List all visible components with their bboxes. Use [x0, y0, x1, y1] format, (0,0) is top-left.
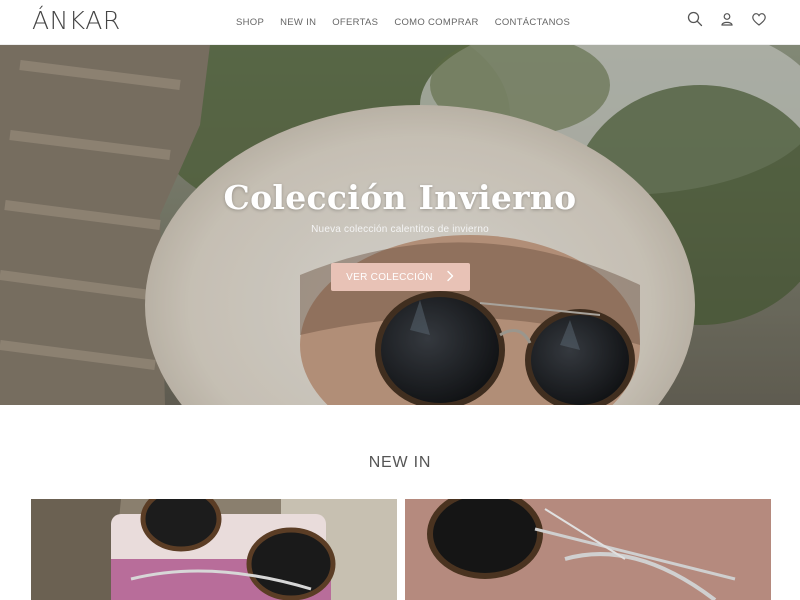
nav-item-shop[interactable]: SHOP [236, 17, 264, 28]
hero-title: Colección Invierno [223, 178, 577, 217]
nav-item-como-comprar[interactable]: COMO COMPRAR [394, 17, 478, 28]
view-collection-label: VER COLECCIÓN [346, 271, 433, 283]
hero-subtitle: Nueva colección calentitos de invierno [311, 224, 489, 235]
product-image [405, 499, 771, 600]
hero-banner: Colección Invierno Nueva colección calen… [0, 45, 800, 405]
brand-logo[interactable]: ÁNKAR [32, 6, 121, 35]
user-icon[interactable] [718, 10, 736, 28]
heart-icon[interactable] [750, 10, 768, 28]
product-card[interactable] [405, 499, 771, 600]
nav-item-contactanos[interactable]: CONTÁCTANOS [495, 17, 570, 28]
site-header: ÁNKAR SHOP NEW IN OFERTAS COMO COMPRAR C… [0, 0, 800, 45]
new-in-heading: NEW IN [368, 454, 432, 471]
search-icon[interactable] [686, 10, 704, 28]
nav-item-new-in[interactable]: NEW IN [280, 17, 316, 28]
header-actions [686, 10, 768, 28]
product-image [31, 499, 397, 600]
view-collection-button[interactable]: VER COLECCIÓN [331, 263, 470, 291]
chevron-right-icon [445, 270, 455, 285]
main-nav: SHOP NEW IN OFERTAS COMO COMPRAR CONTÁCT… [236, 17, 570, 28]
nav-item-ofertas[interactable]: OFERTAS [332, 17, 378, 28]
product-card[interactable] [31, 499, 397, 600]
